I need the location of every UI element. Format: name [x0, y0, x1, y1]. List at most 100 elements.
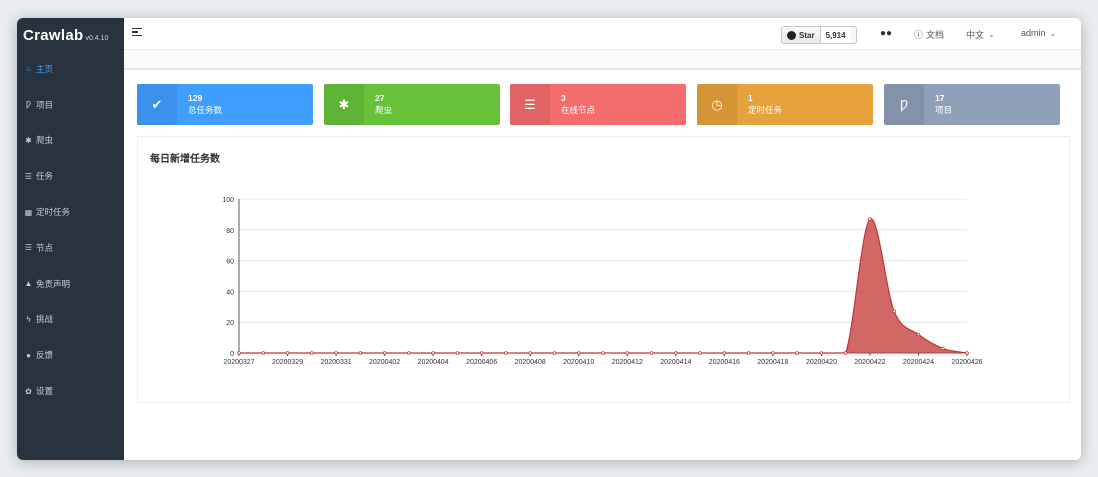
data-point	[868, 217, 872, 221]
x-tick-label: 20200422	[854, 359, 885, 366]
sidebar-menu: ⌂ 主页 Ƿ 项目 ✱ 爬虫 ☰ 任务 ▦ 定时任务 ☰ 节点 ▲ 免责声明 ϟ 挑战 ● 反馈 ✿ 设置	[17, 51, 124, 409]
app-version: v0.4.10	[85, 35, 109, 42]
x-tick-label: 20200418	[757, 359, 788, 366]
metric-card[interactable]: ✔ 129 总任务数	[137, 84, 313, 125]
x-tick-label: 20200404	[418, 359, 449, 366]
wechat-icon[interactable]: ●●	[880, 28, 892, 39]
metric-card[interactable]: ✱ 27 爬虫	[324, 84, 500, 125]
star-label: Star	[799, 30, 815, 40]
metric-label: 爬虫	[375, 105, 393, 115]
data-point	[552, 351, 557, 355]
x-tick-label: 20200406	[466, 359, 497, 366]
project-icon: Ƿ	[884, 84, 924, 125]
sidebar-item-label: 挑战	[36, 314, 54, 325]
sidebar: Crawlab v0.4.10 ⌂ 主页 Ƿ 项目 ✱ 爬虫 ☰ 任务 ▦ 定时任务 ☰ 节点 ▲ 免责声明…	[17, 18, 124, 460]
y-tick-label: 40	[226, 289, 234, 296]
x-tick-label: 20200327	[223, 359, 254, 366]
server-icon: ☰	[510, 84, 550, 125]
data-point	[649, 351, 654, 355]
data-point	[625, 351, 630, 355]
sidebar-item-3[interactable]: ☰ 任务	[17, 158, 124, 194]
data-point	[334, 351, 338, 355]
sidebar-item-1[interactable]: Ƿ 项目	[17, 87, 124, 123]
data-point	[916, 332, 921, 337]
data-point	[431, 351, 435, 355]
docs-link[interactable]: ⓘ 文档	[914, 28, 944, 41]
sidebar-item-2[interactable]: ✱ 爬虫	[17, 123, 124, 159]
clock-icon: ◷	[697, 84, 737, 125]
language-label: 中文	[966, 30, 985, 40]
data-point	[358, 351, 363, 355]
user-dropdown[interactable]: admin ⌄	[1021, 28, 1056, 38]
sidebar-item-label: 节点	[36, 242, 54, 253]
chevron-down-icon: ⌄	[1049, 28, 1057, 38]
data-point	[673, 351, 678, 355]
star-count[interactable]: 5,914	[820, 27, 851, 43]
y-tick-label: 80	[226, 228, 234, 235]
metric-value: 129	[188, 93, 203, 103]
metric-label: 项目	[935, 105, 953, 115]
data-point	[261, 351, 266, 355]
metric-card[interactable]: Ƿ 17 项目	[884, 84, 1060, 125]
data-point	[310, 351, 314, 355]
check-icon: ✔	[137, 84, 177, 125]
data-point	[965, 351, 969, 355]
daily-tasks-chart: 0 20 40 60 80 100 20200327 20200329 20200331 2020…	[222, 197, 982, 366]
sidebar-item-7[interactable]: ϟ 挑战	[17, 302, 124, 338]
sidebar-item-5[interactable]: ☰ 节点	[17, 230, 124, 266]
calendar-icon: ▦	[24, 207, 33, 217]
sidebar-item-label: 定时任务	[36, 207, 71, 218]
x-tick-label: 20200329	[272, 359, 303, 366]
project-icon: Ƿ	[26, 100, 31, 110]
data-point	[576, 351, 581, 355]
data-point	[892, 309, 896, 314]
logo[interactable]: Crawlab v0.4.10	[17, 18, 124, 50]
data-point	[819, 351, 824, 355]
help-circle-icon: ⓘ	[914, 30, 924, 40]
data-point	[285, 351, 290, 355]
y-tick-label: 60	[226, 259, 234, 266]
data-point	[771, 351, 775, 355]
metric-value: 27	[375, 93, 385, 103]
data-point	[237, 351, 241, 355]
top-header: Star 5,914 ●● ⓘ 文档 中文 ⌄ admin ⌄	[124, 18, 1081, 50]
language-dropdown[interactable]: 中文 ⌄	[966, 28, 995, 41]
sidebar-item-label: 任务	[36, 171, 54, 182]
x-tick-label: 20200412	[612, 359, 643, 366]
data-point	[479, 351, 484, 355]
docs-label: 文档	[926, 30, 945, 40]
metric-label: 总任务数	[188, 105, 223, 115]
sidebar-item-4[interactable]: ▦ 定时任务	[17, 194, 124, 230]
sidebar-item-6[interactable]: ▲ 免责声明	[17, 266, 124, 302]
metric-label: 在线节点	[561, 105, 596, 115]
metric-card[interactable]: ☰ 3 在线节点	[510, 84, 686, 125]
bug-icon: ✱	[324, 84, 364, 125]
warning-icon: ▲	[24, 279, 33, 289]
github-star-part[interactable]: Star	[782, 27, 821, 43]
sidebar-item-8[interactable]: ● 反馈	[17, 337, 124, 373]
sidebar-item-label: 设置	[36, 386, 54, 397]
metric-value: 17	[935, 93, 945, 103]
github-star-button[interactable]: Star 5,914	[781, 26, 857, 44]
server-icon: ☰	[24, 243, 33, 253]
sidebar-item-0[interactable]: ⌂ 主页	[17, 51, 124, 87]
data-point	[698, 351, 702, 355]
data-point	[504, 351, 508, 355]
sidebar-item-9[interactable]: ✿ 设置	[17, 373, 124, 409]
sidebar-item-label: 反馈	[36, 350, 54, 361]
gear-icon: ✿	[25, 386, 32, 396]
github-icon	[787, 30, 796, 40]
x-tick-label: 20200410	[563, 359, 594, 366]
data-point	[407, 351, 411, 355]
chart-panel: 每日新增任务数 0 20 40 60 80 100 20200327 20200329 2020…	[137, 136, 1070, 403]
metric-card[interactable]: ◷ 1 定时任务	[697, 84, 873, 125]
data-point	[843, 351, 848, 355]
menu-toggle-icon[interactable]	[132, 28, 142, 38]
data-point	[940, 346, 945, 351]
x-tick-label: 20200424	[903, 359, 934, 366]
app-window: Crawlab v0.4.10 ⌂ 主页 Ƿ 项目 ✱ 爬虫 ☰ 任务 ▦ 定时任务 ☰ 节点 ▲ 免责声明…	[17, 18, 1081, 460]
x-tick-label: 20200402	[369, 359, 400, 366]
data-point	[601, 351, 605, 355]
y-tick-label: 0	[230, 351, 234, 358]
home-icon: ⌂	[26, 64, 31, 74]
